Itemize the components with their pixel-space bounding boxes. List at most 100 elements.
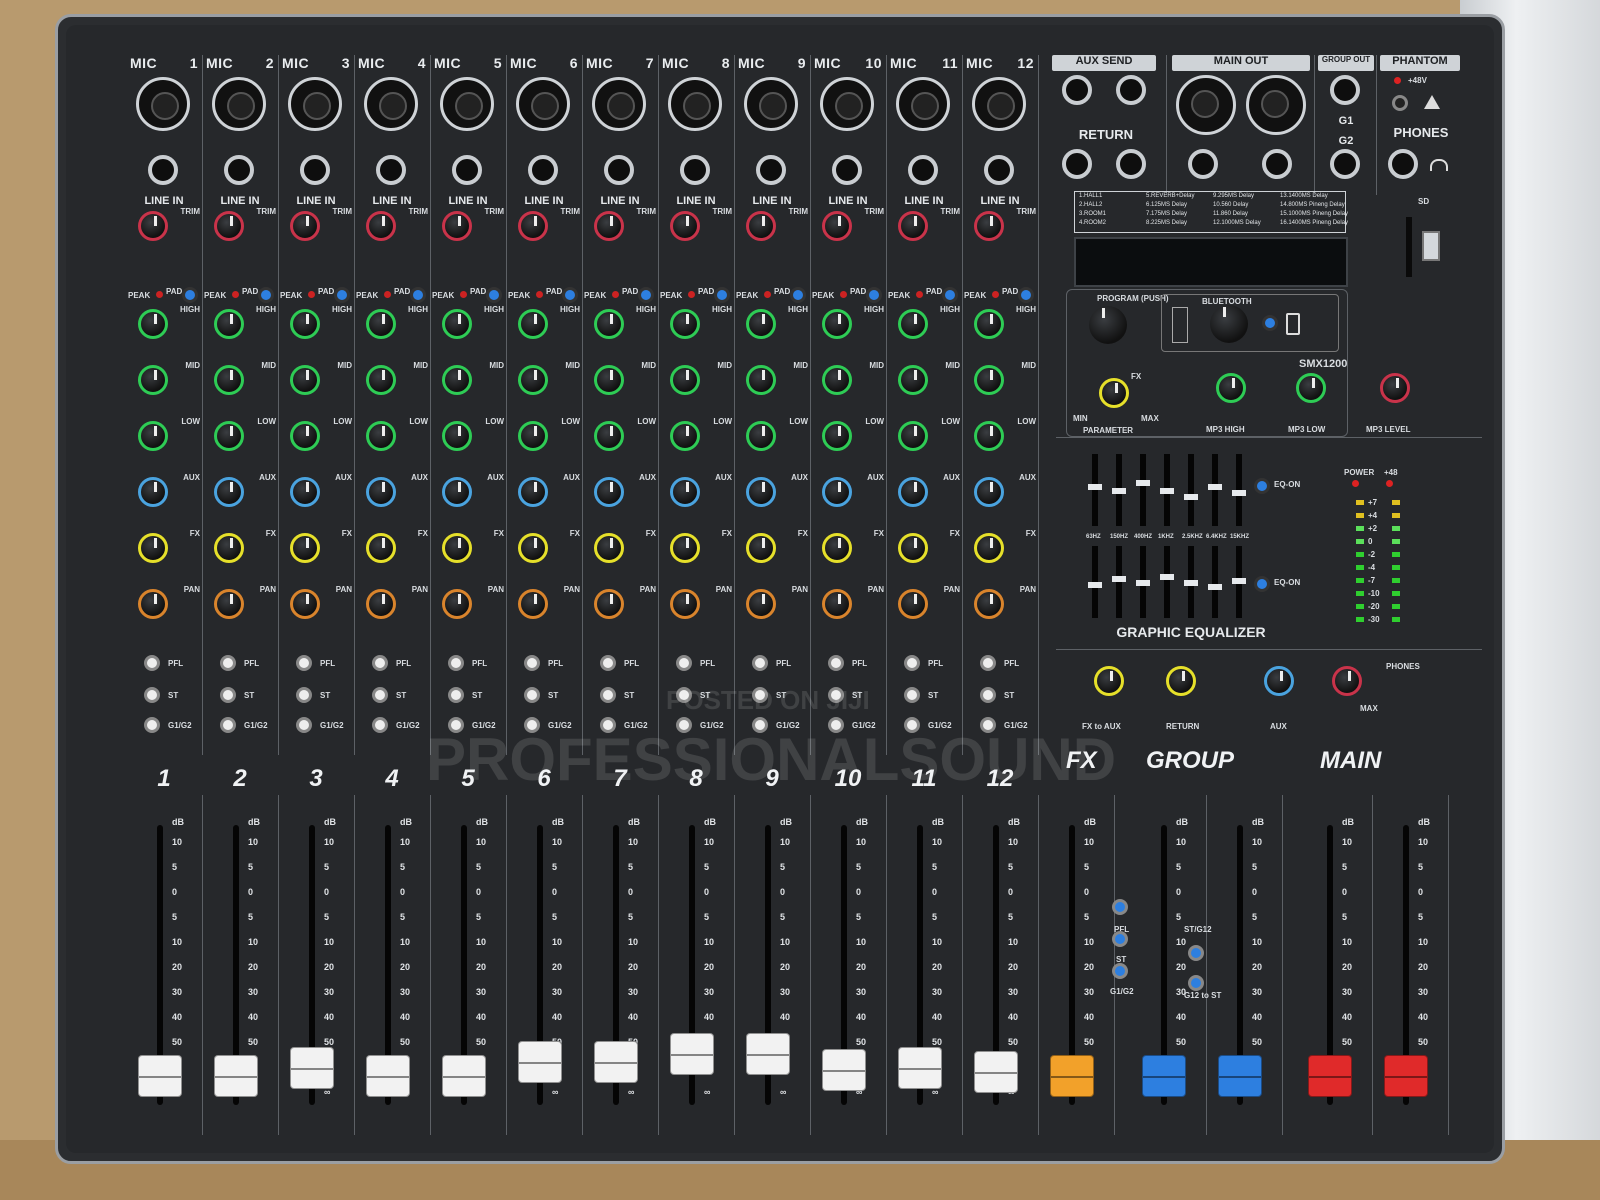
pfl-button[interactable] (676, 655, 692, 671)
trim-knob[interactable] (898, 211, 928, 241)
aux-knob[interactable] (138, 477, 168, 507)
eq-slider-2[interactable] (1136, 546, 1150, 618)
high-knob[interactable] (594, 309, 624, 339)
st-button[interactable] (220, 687, 236, 703)
usb-port[interactable] (1422, 231, 1440, 261)
low-knob[interactable] (822, 421, 852, 451)
eq-slider-1[interactable] (1088, 454, 1102, 526)
pfl-button[interactable] (524, 655, 540, 671)
trim-knob[interactable] (214, 211, 244, 241)
main-out-xlr-r[interactable] (1246, 75, 1306, 135)
pan-knob[interactable] (974, 589, 1004, 619)
mic-xlr-input[interactable] (896, 77, 950, 131)
high-knob[interactable] (366, 309, 396, 339)
fader-cap[interactable] (518, 1041, 562, 1083)
pfl-button[interactable] (828, 655, 844, 671)
pad-button[interactable] (258, 287, 274, 303)
low-knob[interactable] (138, 421, 168, 451)
aux-knob[interactable] (366, 477, 396, 507)
fader-cap[interactable] (822, 1049, 866, 1091)
aux-knob[interactable] (442, 477, 472, 507)
mid-knob[interactable] (138, 365, 168, 395)
pan-knob[interactable] (898, 589, 928, 619)
mid-knob[interactable] (290, 365, 320, 395)
eq-slider-1[interactable] (1184, 454, 1198, 526)
st-button[interactable] (448, 687, 464, 703)
high-knob[interactable] (974, 309, 1004, 339)
eq-slider-cap[interactable] (1208, 584, 1222, 590)
fader-cap[interactable] (898, 1047, 942, 1089)
pad-button[interactable] (486, 287, 502, 303)
st-button[interactable] (296, 687, 312, 703)
trim-knob[interactable] (518, 211, 548, 241)
aux-knob[interactable] (594, 477, 624, 507)
high-knob[interactable] (746, 309, 776, 339)
aux-knob[interactable] (670, 477, 700, 507)
eq-on-button-2[interactable] (1254, 576, 1270, 592)
g1g2-button[interactable] (144, 717, 160, 733)
aux-knob[interactable] (214, 477, 244, 507)
fader-cap[interactable] (594, 1041, 638, 1083)
mid-knob[interactable] (214, 365, 244, 395)
st-button[interactable] (600, 687, 616, 703)
group-st-g12-button[interactable] (1188, 945, 1204, 961)
low-knob[interactable] (518, 421, 548, 451)
pfl-button[interactable] (980, 655, 996, 671)
eq-slider-cap[interactable] (1136, 580, 1150, 586)
fx-st-button[interactable] (1112, 931, 1128, 947)
mic-xlr-input[interactable] (440, 77, 494, 131)
phones-jack[interactable] (1388, 149, 1418, 179)
mic-xlr-input[interactable] (668, 77, 722, 131)
trim-knob[interactable] (366, 211, 396, 241)
line-in-jack[interactable] (148, 155, 178, 185)
line-in-jack[interactable] (984, 155, 1014, 185)
st-button[interactable] (980, 687, 996, 703)
fx-knob[interactable] (366, 533, 396, 563)
fx-knob[interactable] (822, 533, 852, 563)
group-fader-1[interactable] (1142, 1055, 1186, 1097)
aux-knob[interactable] (898, 477, 928, 507)
bluetooth-button[interactable] (1262, 315, 1278, 331)
line-in-jack[interactable] (224, 155, 254, 185)
low-knob[interactable] (670, 421, 700, 451)
fx-g1g2-button[interactable] (1112, 963, 1128, 979)
mic-xlr-input[interactable] (516, 77, 570, 131)
group-out-jack-g2[interactable] (1330, 149, 1360, 179)
aux-knob[interactable] (974, 477, 1004, 507)
fx-to-aux-knob[interactable] (1094, 666, 1124, 696)
pan-knob[interactable] (822, 589, 852, 619)
pan-knob[interactable] (518, 589, 548, 619)
group-g12-to-st-button[interactable] (1188, 975, 1204, 991)
line-in-jack[interactable] (300, 155, 330, 185)
pfl-button[interactable] (600, 655, 616, 671)
eq-slider-cap[interactable] (1112, 576, 1126, 582)
high-knob[interactable] (670, 309, 700, 339)
eq-on-button-1[interactable] (1254, 478, 1270, 494)
eq-slider-cap[interactable] (1184, 494, 1198, 500)
pad-button[interactable] (942, 287, 958, 303)
line-in-jack[interactable] (528, 155, 558, 185)
eq-slider-2[interactable] (1232, 546, 1246, 618)
high-knob[interactable] (138, 309, 168, 339)
main-fader-r[interactable] (1384, 1055, 1428, 1097)
eq-slider-1[interactable] (1136, 454, 1150, 526)
line-in-jack[interactable] (756, 155, 786, 185)
aux-master-knob[interactable] (1264, 666, 1294, 696)
fader-cap[interactable] (974, 1051, 1018, 1093)
eq-slider-cap[interactable] (1160, 488, 1174, 494)
st-button[interactable] (144, 687, 160, 703)
main-out-xlr-l[interactable] (1176, 75, 1236, 135)
pan-knob[interactable] (138, 589, 168, 619)
pfl-button[interactable] (144, 655, 160, 671)
mic-xlr-input[interactable] (136, 77, 190, 131)
eq-slider-cap[interactable] (1232, 578, 1246, 584)
pan-knob[interactable] (442, 589, 472, 619)
high-knob[interactable] (290, 309, 320, 339)
fx-pfl-button[interactable] (1112, 899, 1128, 915)
mid-knob[interactable] (594, 365, 624, 395)
aux-knob[interactable] (518, 477, 548, 507)
phantom-button[interactable] (1392, 95, 1408, 111)
low-knob[interactable] (214, 421, 244, 451)
group-out-jack-g1[interactable] (1330, 75, 1360, 105)
mp3-high-knob[interactable] (1216, 373, 1246, 403)
